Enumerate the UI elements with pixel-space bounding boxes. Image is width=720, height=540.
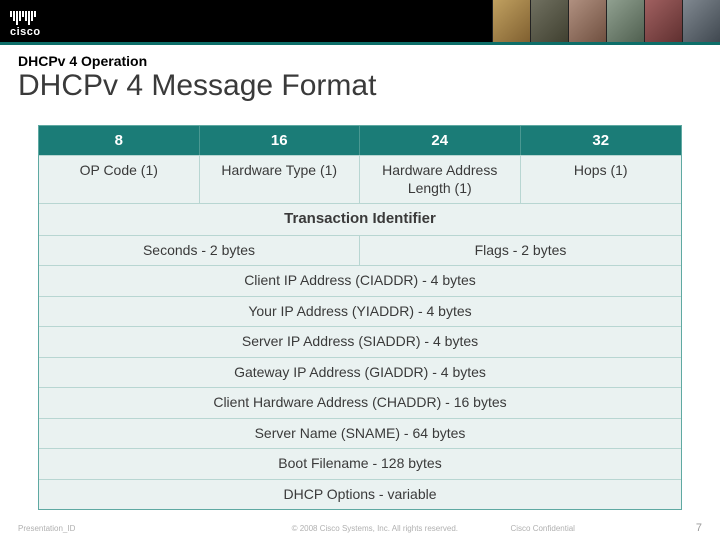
header-photo bbox=[492, 0, 530, 42]
cell-flags: Flags - 2 bytes bbox=[360, 235, 681, 266]
cell-bootfile: Boot Filename - 128 bytes bbox=[39, 448, 681, 479]
header-photo bbox=[568, 0, 606, 42]
cell-seconds: Seconds - 2 bytes bbox=[39, 235, 360, 266]
table-row: Boot Filename - 128 bytes bbox=[39, 448, 681, 479]
cell-opcode: OP Code (1) bbox=[39, 155, 200, 203]
table-row: Transaction Identifier bbox=[39, 203, 681, 235]
header-cell: 16 bbox=[200, 126, 361, 155]
header-photo-strip bbox=[492, 0, 720, 42]
cell-transaction-id: Transaction Identifier bbox=[39, 203, 681, 235]
table-row: Client IP Address (CIADDR) - 4 bytes bbox=[39, 265, 681, 296]
header-photo bbox=[530, 0, 568, 42]
cell-sname: Server Name (SNAME) - 64 bytes bbox=[39, 418, 681, 449]
footer-presentation-id: Presentation_ID bbox=[18, 524, 292, 533]
slide-content: DHCPv 4 Operation DHCPv 4 Message Format… bbox=[0, 45, 720, 510]
slide-eyebrow: DHCPv 4 Operation bbox=[18, 53, 702, 69]
table-row: Server Name (SNAME) - 64 bytes bbox=[39, 418, 681, 449]
header-cell: 8 bbox=[39, 126, 200, 155]
slide-footer: Presentation_ID © 2008 Cisco Systems, In… bbox=[0, 522, 720, 534]
cell-yiaddr: Your IP Address (YIADDR) - 4 bytes bbox=[39, 296, 681, 327]
table-row: DHCP Options - variable bbox=[39, 479, 681, 510]
cell-hwaddrlen: Hardware Address Length (1) bbox=[360, 155, 521, 203]
table-row: Your IP Address (YIADDR) - 4 bytes bbox=[39, 296, 681, 327]
table-header-row: 8 16 24 32 bbox=[39, 126, 681, 155]
cell-siaddr: Server IP Address (SIADDR) - 4 bytes bbox=[39, 326, 681, 357]
cell-giaddr: Gateway IP Address (GIADDR) - 4 bytes bbox=[39, 357, 681, 388]
cell-options: DHCP Options - variable bbox=[39, 479, 681, 510]
header-photo bbox=[644, 0, 682, 42]
cell-ciaddr: Client IP Address (CIADDR) - 4 bytes bbox=[39, 265, 681, 296]
table-row: Seconds - 2 bytes Flags - 2 bytes bbox=[39, 235, 681, 266]
table-row: Gateway IP Address (GIADDR) - 4 bytes bbox=[39, 357, 681, 388]
dhcp-table: 8 16 24 32 OP Code (1) Hardware Type (1)… bbox=[38, 125, 682, 510]
cell-chaddr: Client Hardware Address (CHADDR) - 16 by… bbox=[39, 387, 681, 418]
slide-title: DHCPv 4 Message Format bbox=[18, 69, 702, 103]
header-photo bbox=[682, 0, 720, 42]
footer-copyright: © 2008 Cisco Systems, Inc. All rights re… bbox=[292, 524, 511, 533]
header-cell: 24 bbox=[360, 126, 521, 155]
table-row: OP Code (1) Hardware Type (1) Hardware A… bbox=[39, 155, 681, 203]
footer-confidential: Cisco Confidential bbox=[510, 524, 660, 533]
cell-hops: Hops (1) bbox=[521, 155, 682, 203]
table-row: Server IP Address (SIADDR) - 4 bytes bbox=[39, 326, 681, 357]
top-bar: cisco bbox=[0, 0, 720, 42]
cisco-logo-icon bbox=[10, 11, 41, 25]
footer-page-number: 7 bbox=[661, 522, 702, 534]
cisco-logo-text: cisco bbox=[10, 27, 41, 38]
cisco-logo: cisco bbox=[0, 7, 51, 42]
header-cell: 32 bbox=[521, 126, 682, 155]
header-photo bbox=[606, 0, 644, 42]
table-row: Client Hardware Address (CHADDR) - 16 by… bbox=[39, 387, 681, 418]
cell-hwtype: Hardware Type (1) bbox=[200, 155, 361, 203]
